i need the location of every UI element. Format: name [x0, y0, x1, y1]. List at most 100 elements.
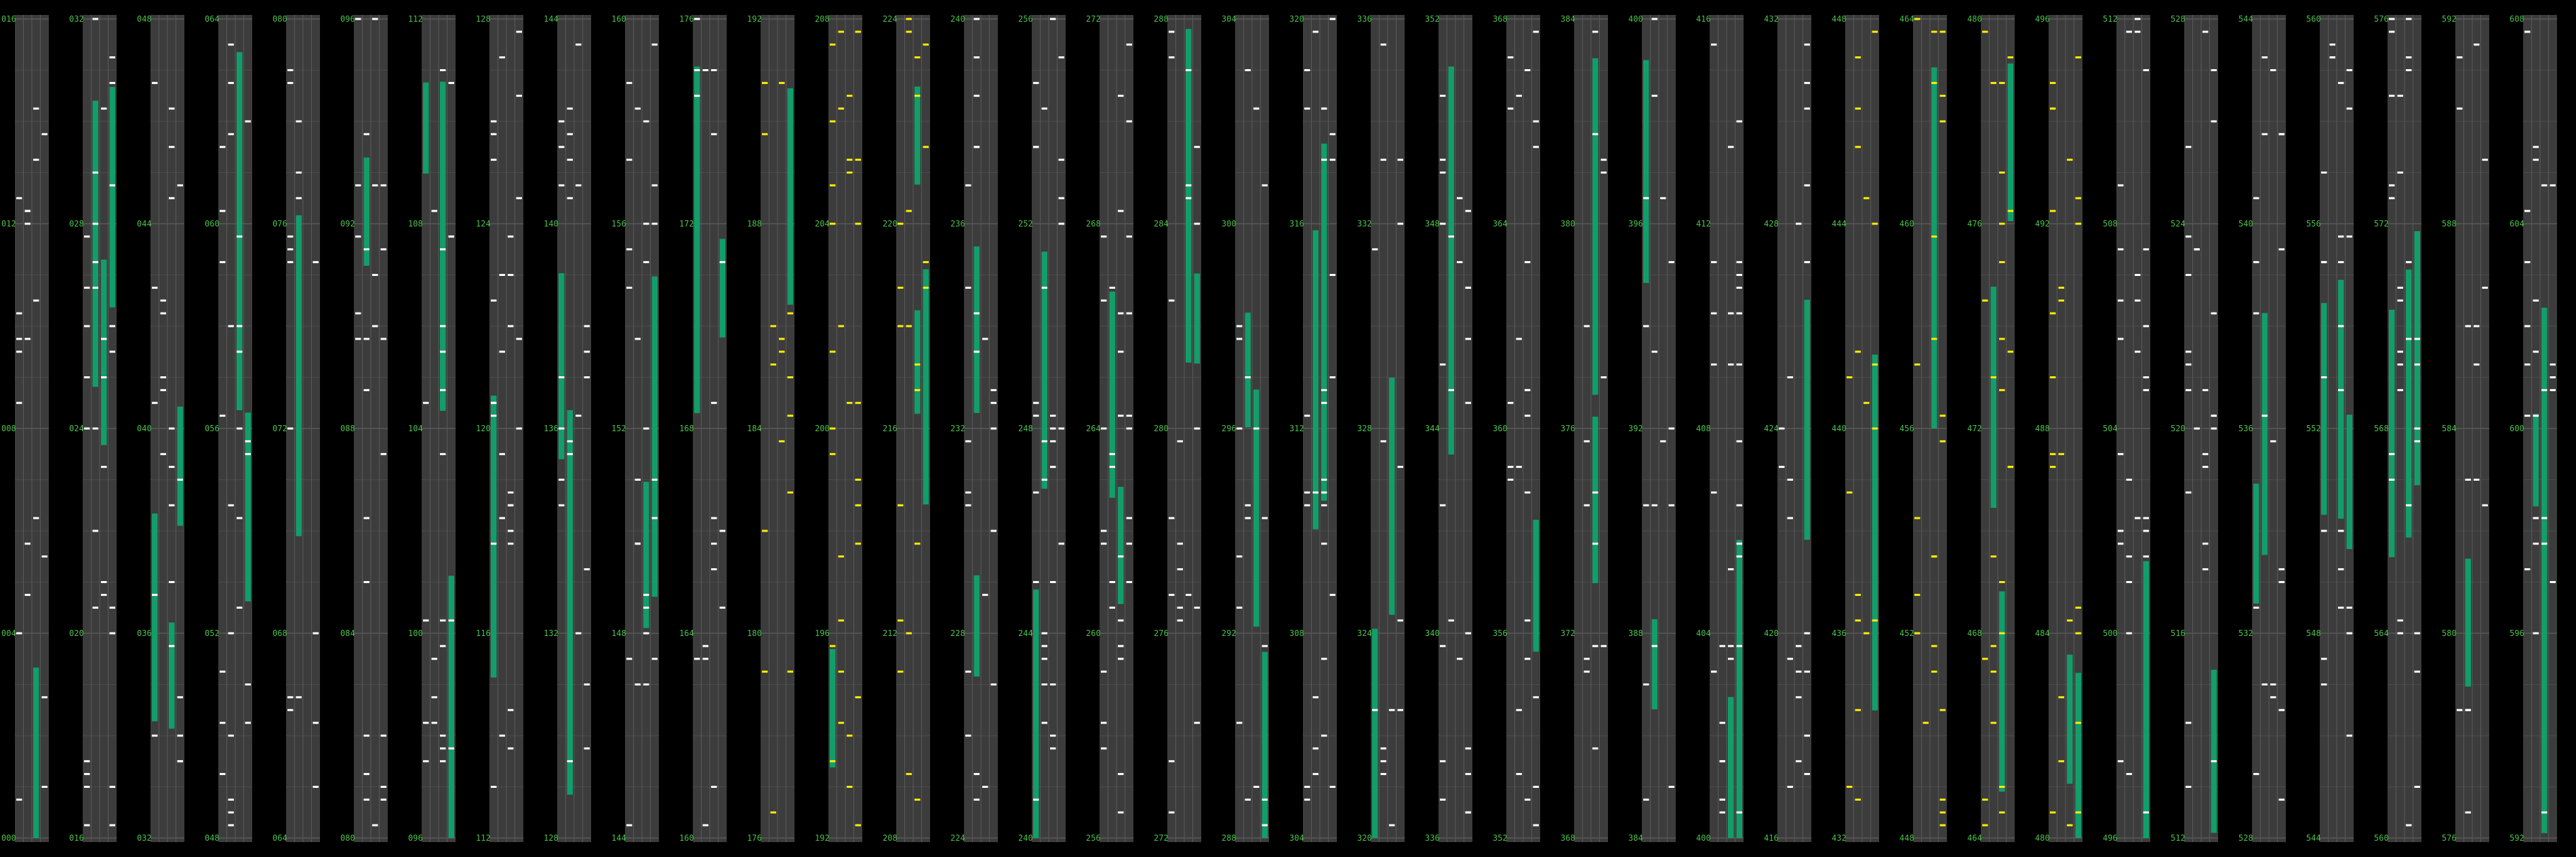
tap-note	[1109, 466, 1115, 469]
tap-note	[1321, 542, 1327, 545]
tap-note	[109, 56, 115, 59]
tap-note	[1194, 427, 1200, 430]
tap-note	[2143, 376, 2149, 378]
tap-note	[1719, 811, 1725, 814]
tap-note	[1177, 440, 1183, 443]
tap-note	[508, 504, 514, 506]
tap-note	[626, 286, 632, 289]
hold-note	[2406, 269, 2412, 538]
tap-note	[2126, 31, 2132, 33]
tap-note	[2143, 517, 2149, 519]
mine-note	[847, 172, 853, 174]
tap-note	[1186, 197, 1192, 199]
tap-note	[2261, 133, 2268, 136]
mine-note	[1939, 824, 1946, 826]
measure-label: 240	[950, 14, 965, 24]
mine-note	[855, 159, 861, 161]
hold-note	[440, 81, 446, 411]
tap-note	[431, 696, 437, 698]
mine-note	[898, 286, 904, 289]
mine-note	[2050, 376, 2056, 378]
measure-label: 060	[205, 219, 220, 228]
tap-note	[2346, 69, 2352, 71]
tap-note	[228, 43, 234, 46]
mine-note	[1931, 338, 1937, 340]
tap-note	[24, 338, 31, 340]
tap-note	[2338, 606, 2344, 609]
measure-label: 580	[2442, 629, 2457, 638]
mine-note	[1872, 222, 1878, 225]
tap-note	[973, 798, 980, 801]
tap-note	[2550, 184, 2556, 186]
tap-note	[2550, 363, 2556, 366]
measure-label: 508	[2103, 219, 2118, 228]
tap-note	[516, 197, 522, 199]
tap-note	[1041, 479, 1047, 481]
tap-note	[567, 440, 573, 443]
tap-note	[109, 824, 115, 826]
tap-note	[1804, 671, 1810, 673]
tap-note	[1041, 440, 1047, 443]
tap-note	[1101, 235, 1107, 238]
tap-note	[1236, 555, 1243, 558]
tap-note	[355, 184, 361, 186]
tap-note	[1186, 69, 1192, 71]
tap-note	[1525, 491, 1531, 494]
tap-note	[101, 466, 107, 469]
tap-note	[1779, 427, 1785, 430]
tap-note	[101, 376, 107, 378]
tap-note	[491, 120, 497, 123]
tap-note	[1058, 542, 1064, 545]
tap-note	[2118, 299, 2124, 302]
hold-note	[694, 66, 700, 414]
tap-note	[1050, 747, 1056, 750]
mine-note	[1855, 107, 1861, 110]
tap-note	[2414, 440, 2420, 443]
tap-note	[2186, 146, 2192, 148]
tap-note	[576, 414, 582, 417]
measure-label: 600	[2510, 424, 2524, 433]
tap-note	[2202, 453, 2209, 456]
tap-note	[177, 696, 183, 698]
tap-note	[1465, 773, 1471, 776]
tap-note	[228, 133, 234, 136]
tap-note	[559, 479, 565, 481]
mine-note	[830, 184, 836, 186]
tap-note	[567, 159, 573, 161]
measure-label: 480	[1967, 14, 1982, 24]
measure-label: 048	[137, 14, 152, 24]
tap-note	[1643, 325, 1649, 327]
tap-note	[1804, 773, 1810, 776]
hold-note	[1643, 60, 1649, 283]
tap-note	[2143, 248, 2149, 251]
measure-label: 472	[1967, 424, 1982, 433]
tap-note	[1728, 645, 1734, 647]
tap-note	[584, 683, 590, 685]
tap-note	[1804, 734, 1810, 737]
tap-note	[372, 824, 378, 826]
mine-note	[898, 504, 904, 506]
measure-label: 180	[747, 629, 762, 638]
tap-note	[2397, 94, 2403, 97]
tap-note	[1245, 517, 1251, 519]
tap-note	[567, 107, 573, 110]
tap-note	[651, 479, 658, 481]
tap-note	[220, 261, 226, 264]
measure-label: 112	[408, 14, 423, 24]
tap-note	[1508, 466, 1514, 469]
measure-label: 312	[1289, 424, 1304, 433]
tap-note	[1041, 645, 1047, 647]
tap-note	[1169, 56, 1175, 59]
tap-note	[635, 107, 641, 110]
tap-note	[423, 401, 429, 404]
tap-note	[2465, 325, 2471, 327]
mine-note	[1999, 338, 2005, 340]
tap-note	[1058, 197, 1064, 199]
measure-label: 072	[273, 424, 287, 433]
measure-label: 184	[747, 424, 762, 433]
tap-note	[24, 593, 31, 596]
mine-note	[1939, 31, 1946, 33]
tap-note	[1533, 786, 1539, 788]
tap-note	[1321, 107, 1327, 110]
tap-note	[109, 184, 115, 186]
